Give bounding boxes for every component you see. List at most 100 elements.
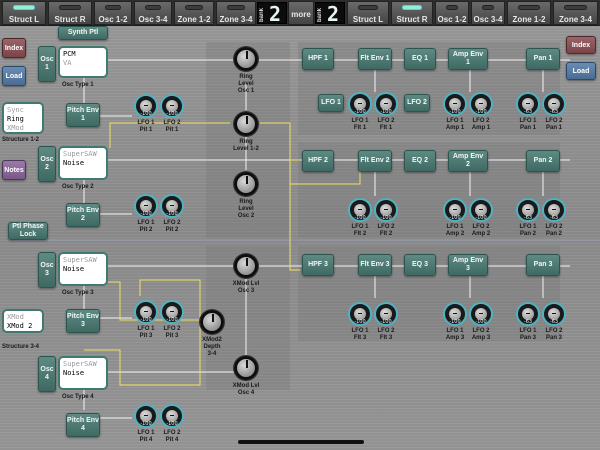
knob-indicator	[526, 313, 530, 314]
index-button-right[interactable]: Index	[566, 36, 596, 54]
load-button[interactable]: Load	[2, 66, 26, 86]
eq-1-button[interactable]: EQ 1	[404, 48, 436, 70]
mid-knob-2[interactable]	[234, 112, 258, 136]
osc-type-option: VA	[63, 59, 72, 67]
zone-2-knob-4[interactable]: -100	[469, 198, 493, 222]
zone-3-knob-6[interactable]: -63	[542, 302, 566, 326]
amp-3-button[interactable]: Amp Env 3	[448, 254, 488, 276]
amp-1-button[interactable]: Amp Env 1	[448, 48, 488, 70]
hpf-2-button[interactable]: HPF 2	[302, 150, 334, 172]
pan-3-button[interactable]: Pan 3	[526, 254, 560, 276]
synth-pitch-button[interactable]: Synth Ptl	[58, 26, 108, 40]
osc-2-button[interactable]: Osc 2	[38, 146, 56, 182]
hpf-3-button[interactable]: HPF 3	[302, 254, 334, 276]
pitch-env-1-button[interactable]: Pitch Env 1	[66, 103, 100, 127]
osc-2-type-selector[interactable]: SuperSAW Noise	[58, 146, 108, 180]
pan-2-button[interactable]: Pan 2	[526, 150, 560, 172]
eq-3-button[interactable]: EQ 3	[404, 254, 436, 276]
knob-value: -100	[354, 109, 366, 115]
lfo-1-pitch-4-knob[interactable]: -100	[134, 404, 158, 428]
hpf-1-button[interactable]: HPF 1	[302, 48, 334, 70]
zone-2-knob-3[interactable]: -100	[443, 198, 467, 222]
osc-1-button[interactable]: Osc 1	[38, 46, 56, 82]
zone-3-knob-3[interactable]: -100	[443, 302, 467, 326]
zone-2-knob-6[interactable]: -63	[542, 198, 566, 222]
zone-1-knob-5[interactable]: -63	[516, 92, 540, 116]
lfo-2-pitch-1-knob[interactable]: -100	[160, 94, 184, 118]
module-label: HPF 3	[308, 261, 328, 268]
notes-button[interactable]: Notes	[2, 160, 26, 180]
amp-2-button[interactable]: Amp Env 2	[448, 150, 488, 172]
index-button[interactable]: Index	[2, 38, 26, 58]
lfo-2-pitch-4-knob[interactable]: -100	[160, 404, 184, 428]
pitch-env-2-button[interactable]: Pitch Env 2	[66, 203, 100, 227]
zone-3-knob-1[interactable]: -100	[348, 302, 372, 326]
knob-indicator	[358, 209, 362, 210]
osc-type-option: PCM	[63, 50, 76, 58]
mid-knob-label: Ring Level 1-2	[233, 139, 259, 152]
knob-indicator	[479, 209, 483, 210]
mid-knob-1[interactable]	[234, 47, 258, 71]
knob-label: LFO 2 Pan 2	[545, 224, 563, 237]
lfo-1-button[interactable]: LFO 1	[318, 94, 344, 112]
lfo-label: LFO 1	[321, 99, 341, 106]
zone-1-knob-6[interactable]: -63	[542, 92, 566, 116]
osc-3-type-selector[interactable]: SuperSAW Noise	[58, 252, 108, 286]
lfo-2-button[interactable]: LFO 2	[404, 94, 430, 112]
knob-indicator	[479, 103, 483, 104]
zone-3-knob-2[interactable]: -100	[374, 302, 398, 326]
lfo-1-pitch-3-knob[interactable]: -100	[134, 300, 158, 324]
knob-value: -100	[140, 421, 152, 427]
pitch-env-4-button[interactable]: Pitch Env 4	[66, 413, 100, 437]
knob-label: LFO 2 Pan 3	[545, 328, 563, 341]
module-label: EQ 3	[412, 261, 428, 268]
lfo-1-pitch-2-knob[interactable]: -100	[134, 194, 158, 218]
knob-indicator	[453, 313, 457, 314]
flt-1-button[interactable]: Flt Env 1	[358, 48, 392, 70]
module-label: Amp Env 2	[452, 153, 484, 168]
knob-value: -100	[354, 215, 366, 221]
eq-2-button[interactable]: EQ 2	[404, 150, 436, 172]
zone-1-knob-1[interactable]: -100	[348, 92, 372, 116]
flt-2-button[interactable]: Flt Env 2	[358, 150, 392, 172]
module-label: EQ 2	[412, 157, 428, 164]
zone-1-knob-2[interactable]: -100	[374, 92, 398, 116]
osc-3-button[interactable]: Osc 3	[38, 252, 56, 288]
mid-knob-4[interactable]	[234, 254, 258, 278]
knob-value: -63	[523, 109, 533, 115]
lfo-2-pitch-2-knob[interactable]: -100	[160, 194, 184, 218]
mid-knob-3[interactable]	[234, 172, 258, 196]
osc-label: Osc 3	[40, 262, 56, 277]
knob-indicator	[453, 209, 457, 210]
osc-type-option: Noise	[63, 159, 85, 167]
structure-3-4-selector[interactable]: XMod XMod 2	[2, 309, 44, 333]
zone-3-knob-4[interactable]: -100	[469, 302, 493, 326]
phase-lock-button[interactable]: Ptl Phase Lock	[8, 222, 48, 240]
pitch-env-label: Pitch Env 3	[67, 313, 99, 328]
zone-2-knob-2[interactable]: -100	[374, 198, 398, 222]
module-label: HPF 2	[308, 157, 328, 164]
mid-knob-6[interactable]	[234, 356, 258, 380]
zone-2-knob-1[interactable]: -100	[348, 198, 372, 222]
flt-3-button[interactable]: Flt Env 3	[358, 254, 392, 276]
knob-value: -100	[475, 215, 487, 221]
mid-knob-5[interactable]	[200, 310, 224, 334]
lfo-2-pitch-3-knob[interactable]: -100	[160, 300, 184, 324]
lfo-1-pitch-1-knob[interactable]: -100	[134, 94, 158, 118]
load-button-right[interactable]: Load	[566, 62, 596, 80]
structure-1-2-selector[interactable]: Sync Ring XMod	[2, 102, 44, 134]
osc-4-button[interactable]: Osc 4	[38, 356, 56, 392]
zone-3-knob-5[interactable]: -63	[516, 302, 540, 326]
zone-1-knob-3[interactable]: -100	[443, 92, 467, 116]
knob-indicator	[144, 311, 148, 312]
knob-indicator	[453, 103, 457, 104]
knob-value: -100	[140, 317, 152, 323]
zone-1-knob-4[interactable]: -100	[469, 92, 493, 116]
osc-1-type-selector[interactable]: PCM VA	[58, 46, 108, 78]
knob-indicator	[526, 103, 530, 104]
pan-1-button[interactable]: Pan 1	[526, 48, 560, 70]
osc-4-type-selector[interactable]: SuperSAW Noise	[58, 356, 108, 390]
pitch-env-3-button[interactable]: Pitch Env 3	[66, 309, 100, 333]
zone-2-knob-5[interactable]: -63	[516, 198, 540, 222]
module-label: Amp Env 3	[452, 257, 484, 272]
